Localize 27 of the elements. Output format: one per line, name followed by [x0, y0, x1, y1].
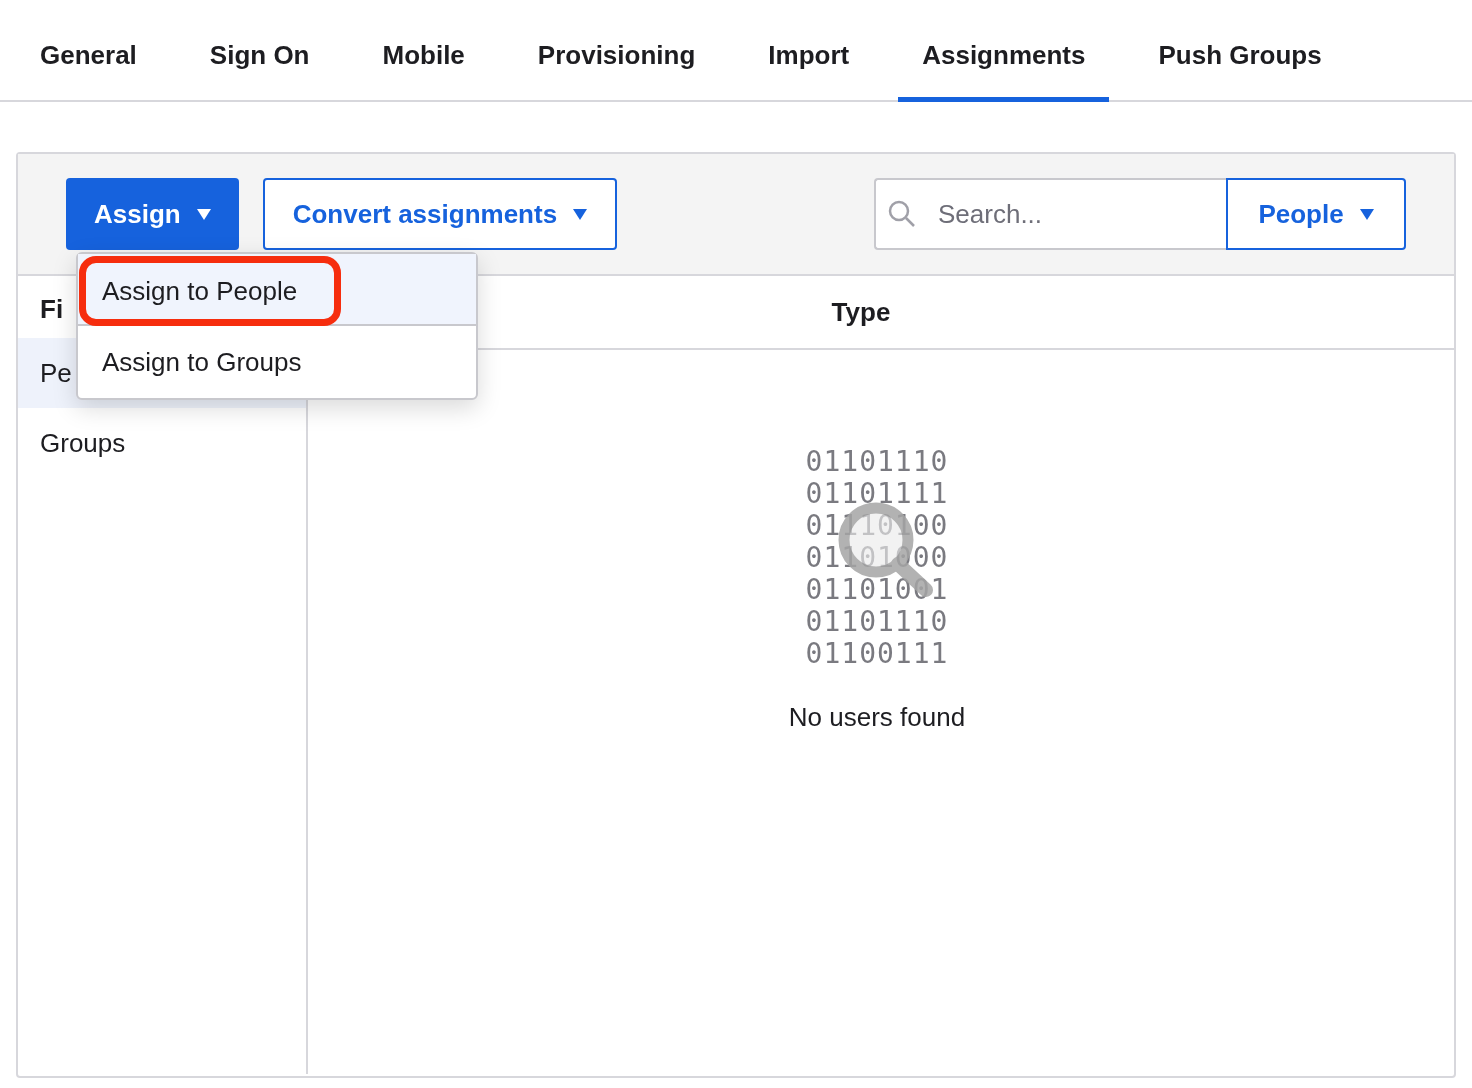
binary-line: 01101111	[805, 478, 949, 510]
tab[interactable]: Sign On	[185, 0, 334, 102]
binary-line: 01101110	[805, 446, 949, 478]
tab[interactable]: Push Groups	[1134, 0, 1346, 102]
caret-icon	[573, 208, 588, 220]
tab[interactable]: Mobile	[358, 0, 489, 102]
tab[interactable]: General	[16, 0, 161, 102]
assign-button[interactable]: Assign	[66, 178, 239, 250]
caret-icon	[196, 208, 211, 220]
tab[interactable]: Provisioning	[513, 0, 720, 102]
empty-message: No users found	[788, 702, 966, 733]
tab[interactable]: Import	[744, 0, 874, 102]
caret-icon	[1359, 208, 1374, 220]
menu-item[interactable]: Assign to Groups	[78, 326, 476, 398]
filter-item[interactable]: Groups	[40, 427, 126, 459]
people-filter-button[interactable]: People	[1226, 178, 1406, 250]
tab[interactable]: Assignments	[898, 0, 1110, 102]
column-header: Type	[831, 296, 891, 328]
binary-line: 01110100	[805, 510, 949, 542]
filter-item[interactable]: Pe	[40, 357, 72, 389]
search-field[interactable]: Search...	[874, 178, 1226, 250]
highlighted-menu-item[interactable]: Assign to People	[82, 259, 338, 323]
convert-assignments-button[interactable]: Convert assignments	[262, 178, 618, 250]
binary-line: 01100111	[805, 638, 949, 670]
binary-line: 01101110	[805, 606, 949, 638]
search-icon	[888, 200, 916, 228]
filters-heading: Fi	[40, 294, 64, 325]
